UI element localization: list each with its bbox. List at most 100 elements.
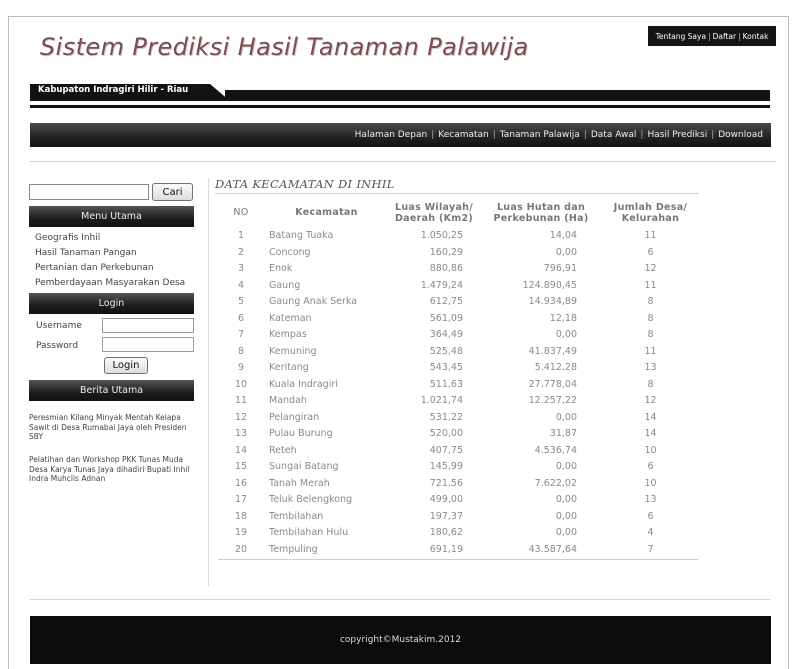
- cell-luas: 880,86: [429, 263, 463, 274]
- table-row: 16 Tanah Merah 721,56 7.622,02 10: [218, 476, 698, 493]
- menu-item-geografis[interactable]: Geografis Inhil: [35, 231, 185, 246]
- cell-luas: 407,75: [429, 444, 463, 456]
- footer-rule: [30, 599, 770, 600]
- footer: copyright©Mustakim.2012: [30, 616, 771, 664]
- cell-no: 8: [237, 345, 245, 357]
- column-header-hutan: Luas Hutan dan Perkebunan (Ha): [479, 197, 603, 228]
- cell-no: 18: [234, 510, 248, 522]
- cell-kecamatan: Concong: [269, 246, 311, 258]
- cell-desa: 14: [644, 428, 657, 439]
- cell-no: 15: [234, 461, 248, 472]
- cell-hutan: 124.890,45: [522, 279, 577, 291]
- cell-desa: 10: [644, 477, 657, 489]
- cell-desa: 4: [647, 527, 654, 538]
- news-item[interactable]: Peresmian Kilang Minyak Mentah Kelapa Sa…: [29, 413, 199, 442]
- column-header-line: Kelurahan: [621, 212, 680, 224]
- table-row: 19 Tembilahan Hulu 180,62 0,00 4: [218, 525, 698, 542]
- username-label: Username: [36, 321, 82, 331]
- cell-hutan: 0,00: [555, 411, 577, 423]
- menu-item-pertanian[interactable]: Pertanian dan Perkebunan: [35, 261, 185, 276]
- cell-desa: 8: [647, 312, 654, 324]
- top-links: Tentang Saya | Daftar | Kontak: [648, 26, 776, 46]
- table-row: 18 Tembilahan 197,37 0,00 6: [218, 509, 698, 526]
- column-header-line: Jumlah Desa/: [613, 201, 688, 213]
- column-header-line: Daerah (Km2): [394, 212, 474, 224]
- cell-desa: 8: [647, 296, 654, 307]
- column-header-luas: Luas Wilayah/ Daerah (Km2): [389, 197, 479, 228]
- separator: |: [583, 130, 587, 140]
- cell-no: 6: [237, 312, 245, 324]
- column-divider: [208, 178, 209, 586]
- site-subtitle: Kabupaton Indragiri Hilir - Riau: [38, 85, 189, 95]
- table-row: 6 Kateman 561,09 12,18 8: [218, 311, 698, 328]
- cell-kecamatan: Enok: [269, 263, 293, 274]
- menu-item-tanaman-pangan[interactable]: Hasil Tanaman Pangan: [35, 246, 185, 261]
- cell-hutan: 43.587,64: [528, 543, 577, 555]
- search-button[interactable]: Cari: [152, 183, 193, 201]
- separator: |: [711, 130, 715, 140]
- cell-desa: 12: [644, 263, 657, 274]
- cell-desa: 6: [647, 510, 654, 522]
- username-field[interactable]: [102, 318, 194, 333]
- top-link-daftar[interactable]: Daftar: [711, 32, 739, 41]
- login-heading: Login: [29, 293, 194, 314]
- cell-desa: 13: [644, 494, 657, 505]
- column-header-desa: Jumlah Desa/ Kelurahan: [603, 197, 698, 228]
- cell-hutan: 5.412,28: [534, 362, 577, 373]
- cell-kecamatan: Tanah Merah: [269, 477, 330, 489]
- header-band: [225, 90, 770, 101]
- page-title: DATA KECAMATAN DI INHIL: [215, 177, 395, 191]
- table-row: 9 Keritang 543,45 5.412,28 13: [218, 360, 698, 377]
- top-link-tentang[interactable]: Tentang Saya: [654, 32, 709, 41]
- cell-no: 16: [234, 477, 248, 489]
- nav-item-kecamatan[interactable]: Kecamatan: [436, 130, 490, 140]
- cell-hutan: 27.778,04: [528, 378, 577, 390]
- cell-hutan: 0,00: [555, 246, 577, 258]
- nav-item-data-awal[interactable]: Data Awal: [589, 130, 639, 140]
- cell-kecamatan: Kempas: [269, 329, 307, 340]
- column-header-line: Luas Wilayah/: [394, 201, 474, 213]
- news-item[interactable]: Pelatihan dan Workshop PKK Tunas Muda De…: [29, 455, 199, 484]
- login-button[interactable]: Login: [104, 357, 148, 374]
- table-row: 12 Pelangiran 531,22 0,00 14: [218, 410, 698, 427]
- kecamatan-table: NO Kecamatan Luas Wilayah/ Daerah (Km2) …: [218, 197, 698, 558]
- cell-desa: 13: [644, 362, 657, 373]
- cell-hutan: 14.934,89: [528, 296, 577, 307]
- separator: |: [640, 130, 644, 140]
- cell-luas: 520,00: [429, 428, 463, 439]
- cell-kecamatan: Kateman: [269, 312, 312, 324]
- cell-desa: 8: [647, 378, 654, 390]
- header-rule: [30, 105, 770, 108]
- cell-desa: 7: [647, 543, 654, 555]
- cell-kecamatan: Pelangiran: [269, 411, 320, 423]
- cell-luas: 197,37: [429, 510, 463, 522]
- top-link-kontak[interactable]: Kontak: [741, 32, 771, 41]
- table-row: 5 Gaung Anak Serka 612,75 14.934,89 8: [218, 294, 698, 311]
- cell-hutan: 0,00: [555, 461, 577, 472]
- table-header-row: NO Kecamatan Luas Wilayah/ Daerah (Km2) …: [218, 197, 698, 228]
- table-row: 14 Reteh 407,75 4.536,74 10: [218, 443, 698, 460]
- cell-kecamatan: Kemuning: [269, 345, 317, 357]
- cell-desa: 14: [644, 411, 657, 423]
- cell-hutan: 0,00: [555, 510, 577, 522]
- column-header-line: Perkebunan (Ha): [493, 212, 589, 224]
- separator: |: [431, 130, 435, 140]
- cell-no: 13: [234, 428, 248, 439]
- cell-luas: 561,09: [429, 312, 463, 324]
- cell-luas: 364,49: [429, 329, 463, 340]
- cell-no: 3: [237, 263, 245, 274]
- nav-item-halaman-depan[interactable]: Halaman Depan: [353, 130, 430, 140]
- password-label: Password: [36, 341, 79, 351]
- cell-hutan: 4.536,74: [534, 444, 577, 456]
- nav-item-download[interactable]: Download: [716, 130, 765, 140]
- table-row: 15 Sungai Batang 145,99 0,00 6: [218, 459, 698, 476]
- password-field[interactable]: [102, 337, 194, 352]
- cell-hutan: 14,04: [549, 230, 577, 241]
- search-input[interactable]: [29, 184, 149, 200]
- nav-item-hasil-prediksi[interactable]: Hasil Prediksi: [645, 130, 709, 140]
- nav-item-tanaman-palawija[interactable]: Tanaman Palawija: [498, 130, 582, 140]
- cell-kecamatan: Tembilahan: [269, 510, 324, 522]
- cell-hutan: 796,91: [543, 263, 577, 274]
- menu-item-pemberdayaan[interactable]: Pemberdayaan Masyarakan Desa: [35, 276, 185, 291]
- cell-no: 1: [237, 230, 245, 241]
